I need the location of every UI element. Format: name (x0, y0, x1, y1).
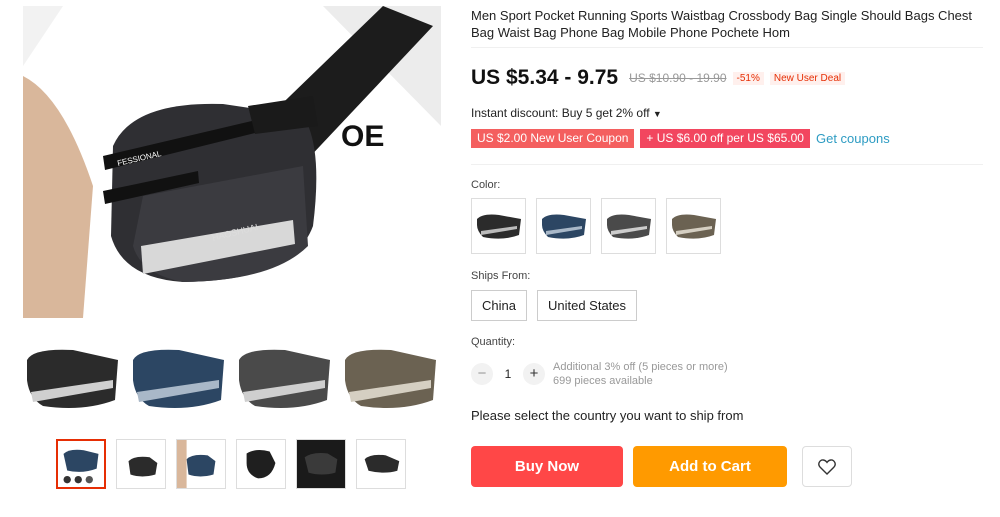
quantity-label: Quantity: (471, 336, 516, 348)
heart-icon (818, 458, 836, 475)
color-swatch-black[interactable] (471, 198, 526, 254)
black-bag-icon (476, 214, 521, 239)
product-title: Men Sport Pocket Running Sports Waistbag… (471, 8, 973, 40)
khaki-bag-image (345, 349, 436, 408)
wishlist-button[interactable] (802, 446, 852, 487)
original-price: US $10.90 - 19.90 (629, 71, 727, 85)
thumbnail-1[interactable] (56, 439, 106, 489)
increase-quantity-button[interactable]: + (523, 363, 545, 385)
plus-icon: + (646, 131, 657, 145)
grey-bag-image (239, 349, 330, 408)
instant-discount[interactable]: Instant discount: Buy 5 get 2% off ▼ (471, 106, 662, 120)
add-to-cart-button[interactable]: Add to Cart (633, 446, 787, 487)
store-coupon-label: US $6.00 off per US $65.00 (656, 131, 804, 145)
additional-discount-text: Additional 3% off (5 pieces or more) (553, 361, 728, 373)
action-buttons: Buy Now Add to Cart (471, 446, 852, 487)
ships-from-options: China United States (471, 290, 638, 321)
price-row: US $5.34 - 9.75 US $10.90 - 19.90 -51% N… (471, 66, 846, 90)
new-user-deal-badge: New User Deal (769, 71, 846, 85)
ship-option-united-states[interactable]: United States (536, 290, 638, 321)
thumbnail-4[interactable] (236, 439, 286, 489)
buy-now-button[interactable]: Buy Now (471, 446, 623, 487)
color-swatch-blue[interactable] (536, 198, 591, 254)
blue-bag-image (133, 349, 224, 408)
coupon-row: US $2.00 New User Coupon + US $6.00 off … (471, 129, 890, 148)
quantity-info: Additional 3% off (5 pieces or more) 699… (553, 360, 728, 388)
chevron-down-icon: ▼ (652, 109, 662, 119)
black-bag-image (27, 349, 118, 408)
new-user-coupon[interactable]: US $2.00 New User Coupon (471, 129, 635, 148)
store-coupon[interactable]: + US $6.00 off per US $65.00 (640, 129, 810, 148)
divider (471, 47, 983, 48)
decrease-quantity-button[interactable]: − (471, 363, 493, 385)
thumbnail-2[interactable] (116, 439, 166, 489)
color-label: Color: (471, 179, 501, 191)
pieces-available-text: 699 pieces available (553, 375, 653, 387)
thumbnail-5[interactable] (296, 439, 346, 489)
grey-bag-icon (606, 214, 651, 239)
thumbnail-list (56, 439, 406, 489)
current-price: US $5.34 - 9.75 (471, 66, 619, 89)
ship-option-china[interactable]: China (471, 290, 527, 321)
shipping-message: Please select the country you want to sh… (471, 408, 744, 423)
blue-bag-icon (541, 214, 586, 239)
discount-badge: -51% (732, 71, 764, 85)
color-swatches (471, 198, 721, 254)
thumbnail-6[interactable] (356, 439, 406, 489)
thumbnail-3[interactable] (176, 439, 226, 489)
color-swatch-grey[interactable] (601, 198, 656, 254)
svg-text:OE: OE (341, 120, 384, 153)
divider (471, 164, 983, 165)
khaki-bag-icon (671, 214, 716, 239)
variant-image-strip (23, 340, 441, 416)
instant-discount-text: Instant discount: Buy 5 get 2% off (471, 106, 650, 120)
quantity-stepper: − 1 + Additional 3% off (5 pieces or mor… (471, 360, 728, 388)
color-swatch-khaki[interactable] (666, 198, 721, 254)
ships-from-label: Ships From: (471, 270, 531, 282)
main-product-image[interactable]: OE FESSIONAL HAOSHUAI (23, 6, 441, 318)
quantity-value[interactable]: 1 (493, 367, 523, 381)
get-coupons-link[interactable]: Get coupons (816, 131, 890, 146)
